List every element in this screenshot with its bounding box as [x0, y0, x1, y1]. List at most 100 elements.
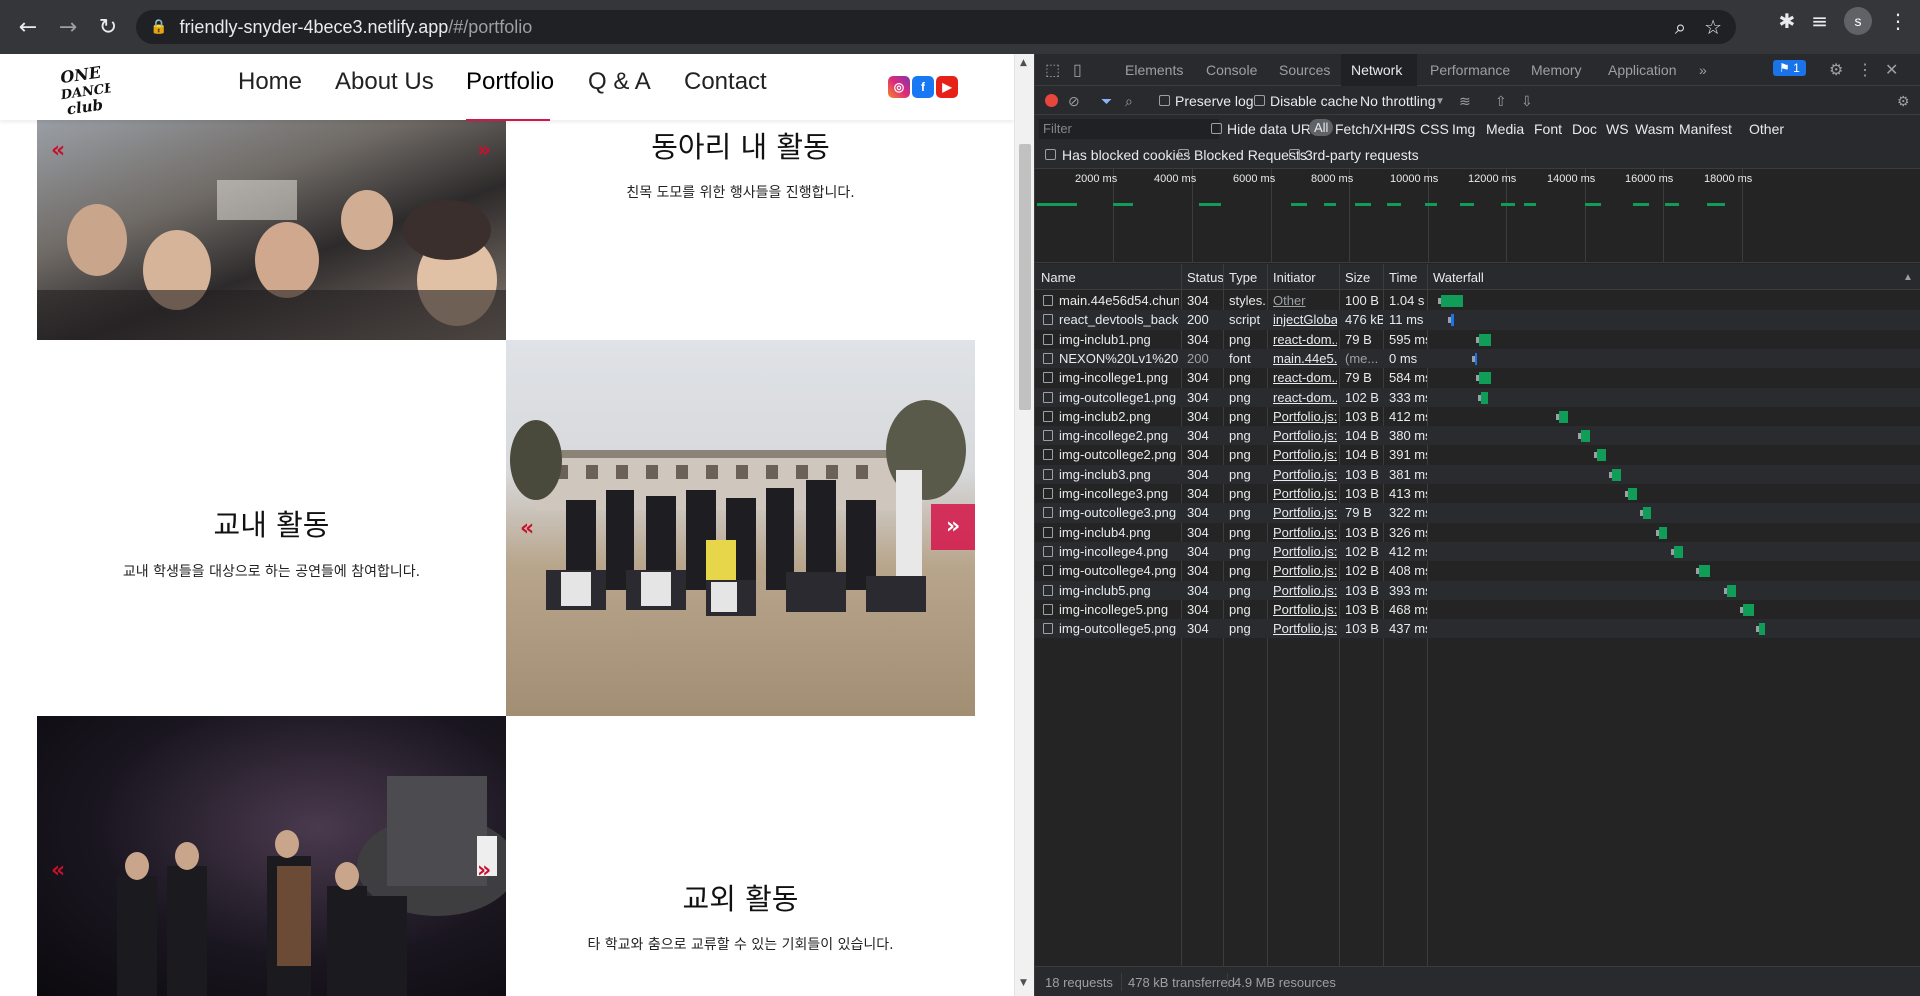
tab-console[interactable]: Console	[1206, 62, 1257, 78]
tab-elements[interactable]: Elements	[1125, 62, 1183, 78]
nav-qna[interactable]: Q & A	[588, 68, 651, 96]
third-party-checkbox[interactable]	[1289, 149, 1300, 160]
table-row[interactable]: img-inclub1.png 304 png react-dom.... 79 B 59…	[1035, 330, 1920, 349]
table-row[interactable]: img-outcollege2.png 304 png Portfolio.js:..…	[1035, 445, 1920, 464]
instagram-icon[interactable]: ◎	[888, 76, 910, 98]
column-status[interactable]: Status	[1187, 270, 1224, 285]
more-options-icon[interactable]: ⋮	[1857, 60, 1873, 80]
filter-type-js[interactable]: JS	[1399, 121, 1415, 137]
device-toolbar-icon[interactable]: ▯	[1073, 60, 1082, 80]
request-initiator[interactable]: react-dom....	[1273, 370, 1337, 385]
request-initiator[interactable]: Portfolio.js:...	[1273, 409, 1337, 424]
page-scrollbar[interactable]: ▲ ▼	[1014, 54, 1034, 996]
column-type[interactable]: Type	[1229, 270, 1257, 285]
tab-sources[interactable]: Sources	[1279, 62, 1330, 78]
carousel-prev-icon[interactable]: «	[51, 138, 65, 163]
throttling-select[interactable]: No throttling	[1360, 93, 1435, 109]
tab-memory[interactable]: Memory	[1531, 62, 1582, 78]
request-initiator[interactable]: react-dom....	[1273, 390, 1337, 405]
nav-about-us[interactable]: About Us	[335, 68, 434, 96]
request-initiator[interactable]: Portfolio.js:...	[1273, 505, 1337, 520]
column-size[interactable]: Size	[1345, 270, 1370, 285]
table-row[interactable]: img-incollege3.png 304 png Portfolio.js:...…	[1035, 484, 1920, 503]
media-control-icon[interactable]: ≡	[1811, 9, 1828, 33]
filter-type-manifest[interactable]: Manifest	[1679, 121, 1732, 137]
sort-ascending-icon[interactable]: ▲	[1903, 272, 1913, 283]
request-initiator[interactable]: Portfolio.js:...	[1273, 467, 1337, 482]
table-row[interactable]: img-outcollege5.png 304 png Portfolio.js:..…	[1035, 619, 1920, 639]
filter-type-font[interactable]: Font	[1534, 121, 1562, 137]
table-row[interactable]: img-inclub2.png 304 png Portfolio.js:... 103…	[1035, 407, 1920, 426]
filter-type-wasm[interactable]: Wasm	[1635, 121, 1674, 137]
youtube-icon[interactable]: ▶	[936, 76, 958, 98]
site-logo[interactable]: ONE DANCE club	[54, 55, 116, 120]
scrollbar-thumb[interactable]	[1019, 144, 1031, 410]
request-initiator[interactable]: Portfolio.js:...	[1273, 428, 1337, 443]
tab-performance[interactable]: Performance	[1430, 62, 1510, 78]
network-conditions-icon[interactable]: ≋	[1459, 93, 1471, 110]
settings-gear-icon[interactable]: ⚙	[1829, 60, 1843, 80]
record-icon[interactable]	[1045, 94, 1058, 107]
request-initiator[interactable]: Portfolio.js:...	[1273, 525, 1337, 540]
table-row[interactable]: img-incollege4.png 304 png Portfolio.js:...…	[1035, 541, 1920, 562]
request-initiator[interactable]: Portfolio.js:...	[1273, 447, 1337, 462]
scroll-down-icon[interactable]: ▼	[1020, 978, 1027, 988]
search-icon[interactable]: ⌕	[1125, 93, 1133, 110]
carousel-next-icon[interactable]: »	[946, 514, 960, 539]
import-har-icon[interactable]: ⇧	[1495, 93, 1507, 110]
blocked-requests-checkbox[interactable]	[1178, 149, 1189, 160]
table-row[interactable]: img-inclub3.png 304 png Portfolio.js:... 103…	[1035, 464, 1920, 484]
inspect-element-icon[interactable]: ⬚	[1045, 60, 1060, 80]
filter-type-ws[interactable]: WS	[1606, 121, 1629, 137]
nav-portfolio[interactable]: Portfolio	[466, 68, 554, 96]
tab-network[interactable]: Network	[1351, 62, 1402, 78]
more-tabs-icon[interactable]: »	[1699, 62, 1707, 78]
network-settings-icon[interactable]: ⚙	[1897, 93, 1910, 110]
request-initiator[interactable]: Portfolio.js:...	[1273, 544, 1337, 559]
disable-cache-checkbox[interactable]	[1254, 95, 1265, 106]
close-icon[interactable]: ✕	[1885, 60, 1898, 80]
request-initiator[interactable]: Portfolio.js:...	[1273, 621, 1337, 636]
table-row[interactable]: img-outcollege1.png 304 png react-dom.... 10…	[1035, 387, 1920, 407]
filter-input[interactable]: Filter	[1039, 119, 1219, 139]
filter-type-other[interactable]: Other	[1749, 121, 1784, 137]
clear-icon[interactable]: ⊘	[1068, 93, 1080, 110]
network-overview-timeline[interactable]: 2000 ms 4000 ms 6000 ms 8000 ms 10000 ms 1200…	[1035, 169, 1920, 263]
address-bar[interactable]: 🔒 friendly-snyder-4bece3.netlify.app/#/p…	[136, 10, 1736, 44]
bookmark-star-icon[interactable]: ☆	[1704, 15, 1722, 39]
request-initiator[interactable]: main.44e5...	[1273, 351, 1337, 366]
facebook-icon[interactable]: f	[912, 76, 934, 98]
chevron-down-icon[interactable]: ▼	[1435, 96, 1445, 107]
carousel-prev-icon[interactable]: «	[51, 858, 65, 883]
carousel-next-icon[interactable]: »	[477, 858, 491, 883]
carousel-next-icon[interactable]: »	[477, 138, 491, 163]
request-initiator[interactable]: Other	[1273, 293, 1306, 308]
filter-type-fetch-xhr[interactable]: Fetch/XHR	[1335, 121, 1403, 137]
table-row[interactable]: img-outcollege4.png 304 png Portfolio.js:..…	[1035, 561, 1920, 580]
request-initiator[interactable]: Portfolio.js:...	[1273, 563, 1337, 578]
table-row[interactable]: img-incollege2.png 304 png Portfolio.js:...…	[1035, 426, 1920, 446]
nav-contact[interactable]: Contact	[684, 68, 767, 96]
preserve-log-checkbox[interactable]	[1159, 95, 1170, 106]
request-initiator[interactable]: injectGloba...	[1273, 312, 1337, 327]
export-har-icon[interactable]: ⇩	[1521, 93, 1533, 110]
table-row[interactable]: img-incollege1.png 304 png react-dom.... 79 …	[1035, 368, 1920, 387]
has-blocked-cookies-checkbox[interactable]	[1045, 149, 1056, 160]
reload-icon[interactable]: ↻	[88, 7, 128, 47]
filter-icon[interactable]: ⏷	[1101, 93, 1112, 110]
filter-type-all[interactable]: All	[1309, 119, 1334, 136]
table-row[interactable]: img-inclub5.png 304 png Portfolio.js:... 103…	[1035, 580, 1920, 600]
back-icon[interactable]: ←	[8, 7, 48, 47]
column-name[interactable]: Name	[1041, 270, 1076, 285]
chrome-menu-icon[interactable]: ⋮	[1888, 9, 1908, 33]
forward-icon[interactable]: →	[48, 7, 88, 47]
table-row[interactable]: img-outcollege3.png 304 png Portfolio.js:..…	[1035, 503, 1920, 523]
request-initiator[interactable]: Portfolio.js:...	[1273, 602, 1337, 617]
hide-data-urls-checkbox[interactable]	[1211, 123, 1222, 134]
carousel-prev-icon[interactable]: «	[520, 516, 534, 541]
tab-application[interactable]: Application	[1608, 62, 1677, 78]
column-initiator[interactable]: Initiator	[1273, 270, 1316, 285]
scroll-up-icon[interactable]: ▲	[1020, 58, 1027, 68]
table-row[interactable]: img-inclub4.png 304 png Portfolio.js:... 103…	[1035, 523, 1920, 542]
request-initiator[interactable]: Portfolio.js:...	[1273, 486, 1337, 501]
